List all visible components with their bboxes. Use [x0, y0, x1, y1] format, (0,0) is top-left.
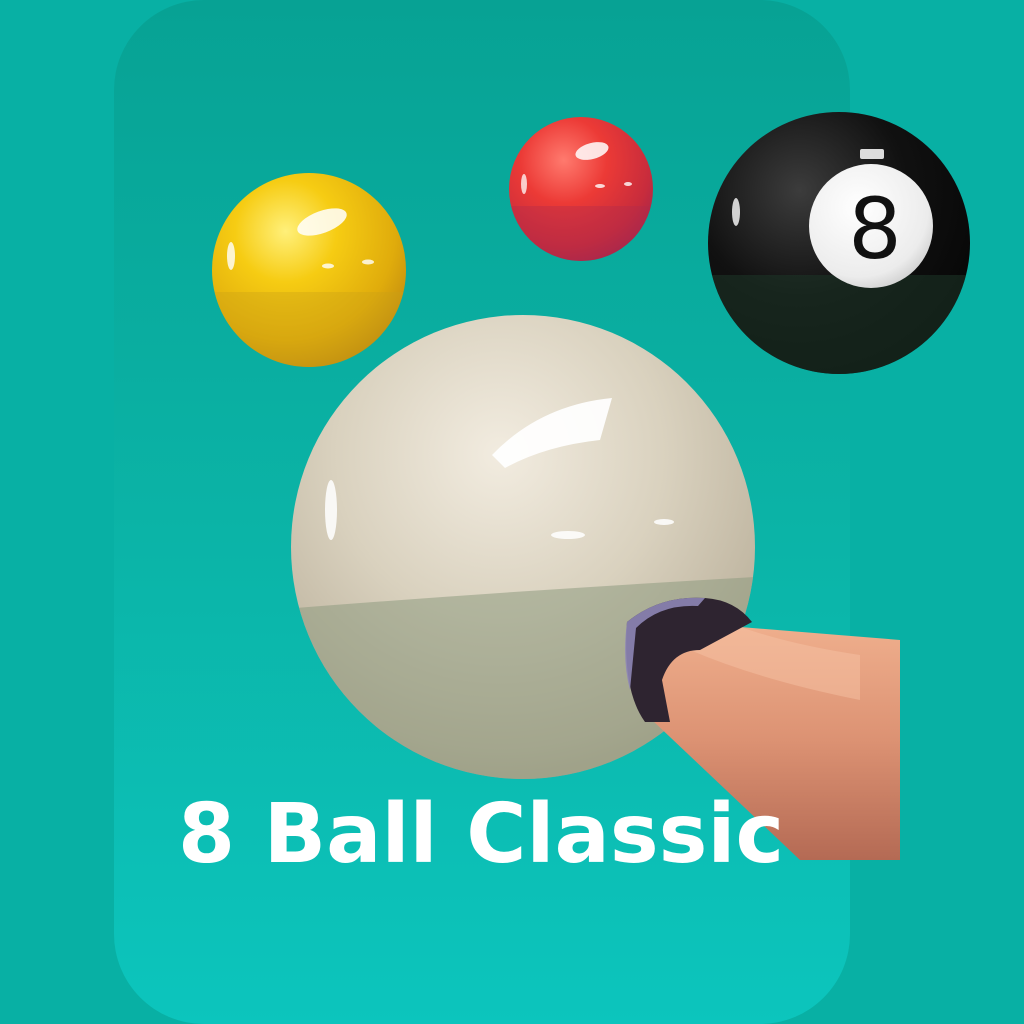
- yellow-ball: [212, 173, 406, 367]
- eight-ball: 8: [708, 112, 970, 374]
- game-title: 8 Ball Classic: [178, 787, 785, 882]
- red-ball: [509, 117, 653, 261]
- eight-ball-number: 8: [848, 180, 901, 278]
